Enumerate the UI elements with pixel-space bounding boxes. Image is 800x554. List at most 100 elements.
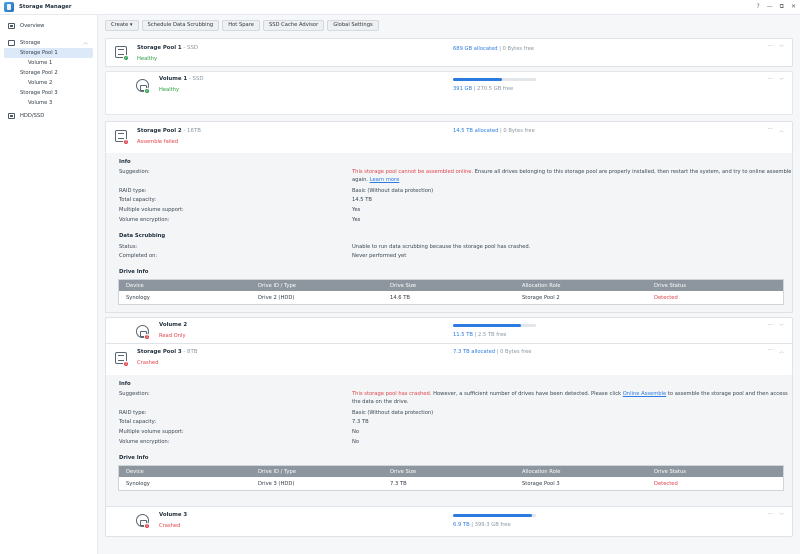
sidebar-item-storage-pool-2[interactable]: Storage Pool 2 <box>0 68 97 78</box>
status-badge: Healthy <box>137 56 158 62</box>
chevron-down-icon[interactable]: ﹀ <box>779 323 784 330</box>
column-header[interactable]: Drive Size <box>383 283 515 289</box>
chevron-down-icon[interactable]: ﹀ <box>779 512 784 519</box>
chevron-up-icon[interactable]: ︿ <box>779 348 784 355</box>
more-icon[interactable]: ··· <box>767 76 773 83</box>
sidebar-item-volume-1[interactable]: Volume 1 <box>0 58 97 68</box>
column-header[interactable]: Allocation Role <box>515 283 647 289</box>
drive-id-cell: Drive 2 (HDD) <box>258 294 295 301</box>
more-icon[interactable]: ··· <box>767 322 773 329</box>
usage-bar <box>453 514 536 517</box>
maximize-icon[interactable]: ⧉ <box>780 3 784 11</box>
main-panel: Create ▾ Schedule Data Scrubbing Hot Spa… <box>98 15 800 554</box>
column-header[interactable]: Drive Status <box>647 283 779 289</box>
create-button[interactable]: Create ▾ <box>105 19 139 31</box>
sidebar-item-label: Storage Pool 3 <box>20 90 58 96</box>
sidebar-item-label: Volume 2 <box>28 80 53 86</box>
overview-icon <box>8 22 15 29</box>
learn-more-link[interactable]: Learn more <box>370 177 400 183</box>
drive-info-table: Device Drive ID / Type Drive Size Alloca… <box>118 279 784 305</box>
column-header[interactable]: Allocation Role <box>515 469 647 475</box>
schedule-data-scrubbing-button[interactable]: Schedule Data Scrubbing <box>141 19 220 31</box>
more-icon[interactable]: ··· <box>767 347 773 354</box>
total-capacity-value: 14.5 TB <box>352 197 372 203</box>
table-header: Device Drive ID / Type Drive Size Alloca… <box>119 466 783 477</box>
volume-encryption-value: No <box>352 439 360 445</box>
sidebar-item-label: Storage Pool 1 <box>20 50 58 56</box>
volume-1-card[interactable]: ✓ Volume 1 - SSD Healthy 391 GB | 270.5 … <box>105 71 793 115</box>
volume-3-card[interactable]: ! Volume 3 Crashed 6.9 TB | 399.3 GB fre… <box>105 506 793 537</box>
toolbar: Create ▾ Schedule Data Scrubbing Hot Spa… <box>98 15 800 35</box>
storage-pool-3-card[interactable]: ! Storage Pool 3 - 8TB Crashed 7.3 TB al… <box>105 343 793 375</box>
title-bar: Storage Manager ? — ⧉ ✕ <box>0 0 800 15</box>
storage-pool-1-card[interactable]: ✓ Storage Pool 1 - SSD Healthy 689 GB al… <box>105 38 793 67</box>
chevron-up-icon[interactable]: ︿ <box>779 127 784 134</box>
status-badge: Assemble failed <box>137 139 179 145</box>
column-header[interactable]: Device <box>119 469 251 475</box>
status-badge: Crashed <box>137 360 159 366</box>
allocation-role-cell: Storage Pool 2 <box>522 294 560 301</box>
online-assemble-link[interactable]: Online Assemble <box>623 391 667 397</box>
storage-pool-2-card[interactable]: ! Storage Pool 2 - 16TB Assemble failed … <box>105 121 793 153</box>
multiple-volume-value: No <box>352 429 360 435</box>
sidebar-item-label: HDD/SSD <box>20 112 45 119</box>
sidebar-item-volume-2[interactable]: Volume 2 <box>0 78 97 88</box>
global-settings-button[interactable]: Global Settings <box>327 19 379 31</box>
volume-name: Volume 1 - SSD <box>159 76 204 82</box>
error-badge-icon: ! <box>144 334 150 340</box>
sidebar-item-overview[interactable]: Overview <box>0 20 97 31</box>
chevron-down-icon[interactable]: ﹀ <box>779 77 784 84</box>
sidebar-item-storage-pool-3[interactable]: Storage Pool 3 <box>0 88 97 98</box>
drive-info-table: Device Drive ID / Type Drive Size Alloca… <box>118 465 784 491</box>
multiple-volume-label: Multiple volume support: <box>119 429 184 435</box>
healthy-badge-icon: ✓ <box>123 55 129 61</box>
ssd-cache-advisor-button[interactable]: SSD Cache Advisor <box>262 19 325 31</box>
sidebar-item-storage[interactable]: Storage ︿ <box>0 37 97 48</box>
total-capacity-label: Total capacity: <box>119 197 157 203</box>
status-badge: Healthy <box>159 87 180 93</box>
column-header[interactable]: Drive Size <box>383 469 515 475</box>
usage-text: 391 GB | 270.5 GB free <box>453 86 514 92</box>
storage-icon <box>8 39 15 46</box>
status-badge: Read Only <box>159 333 186 339</box>
more-icon[interactable]: ··· <box>767 43 773 50</box>
close-icon[interactable]: ✕ <box>791 3 796 11</box>
raid-type-label: RAID type: <box>119 188 147 194</box>
sidebar-item-label: Volume 1 <box>28 60 53 66</box>
sidebar-item-label: Storage Pool 2 <box>20 70 58 76</box>
allocation-role-cell: Storage Pool 3 <box>522 480 560 487</box>
table-row[interactable]: Synology Drive 3 (HDD) 7.3 TB Storage Po… <box>119 477 783 490</box>
drive-info-title: Drive Info <box>119 455 149 461</box>
usage-bar-fill <box>453 324 522 327</box>
data-scrubbing-title: Data Scrubbing <box>119 233 166 239</box>
usage-text: 11.5 TB | 2.5 TB free <box>453 332 507 338</box>
column-header[interactable]: Drive ID / Type <box>251 469 383 475</box>
more-icon[interactable]: ··· <box>767 511 773 518</box>
sidebar-item-hdd-ssd[interactable]: HDD/SSD <box>0 110 97 121</box>
sidebar-item-volume-3[interactable]: Volume 3 <box>0 98 97 108</box>
sidebar-item-storage-pool-1[interactable]: Storage Pool 1 <box>4 48 93 58</box>
sidebar-item-label: Storage <box>20 39 41 46</box>
drive-status-cell: Detected <box>654 480 678 487</box>
column-header[interactable]: Drive Status <box>647 469 779 475</box>
sidebar: Overview Storage ︿ Storage Pool 1 Volume… <box>0 15 98 554</box>
healthy-badge-icon: ✓ <box>144 88 150 94</box>
help-icon[interactable]: ? <box>756 3 759 11</box>
column-header[interactable]: Drive ID / Type <box>251 283 383 289</box>
raid-type-value: Basic (Without data protection) <box>352 410 434 416</box>
minimize-icon[interactable]: — <box>767 3 773 11</box>
hot-spare-button[interactable]: Hot Spare <box>222 19 260 31</box>
storage-pool-2-details: Info Suggestion: This storage pool canno… <box>105 153 793 313</box>
drive-info-title: Drive Info <box>119 269 149 275</box>
chevron-up-icon[interactable]: ︿ <box>83 39 88 46</box>
table-row[interactable]: Synology Drive 2 (HDD) 14.6 TB Storage P… <box>119 291 783 304</box>
table-header: Device Drive ID / Type Drive Size Alloca… <box>119 280 783 291</box>
usage-bar-fill <box>453 78 502 81</box>
volume-name: Volume 2 <box>159 322 188 328</box>
column-header[interactable]: Device <box>119 283 251 289</box>
chevron-down-icon[interactable]: ﹀ <box>779 44 784 51</box>
drive-id-cell: Drive 3 (HDD) <box>258 480 295 487</box>
more-icon[interactable]: ··· <box>767 126 773 133</box>
scrub-status-label: Status: <box>119 244 138 250</box>
pool-name: Storage Pool 3 - 8TB <box>137 349 198 355</box>
